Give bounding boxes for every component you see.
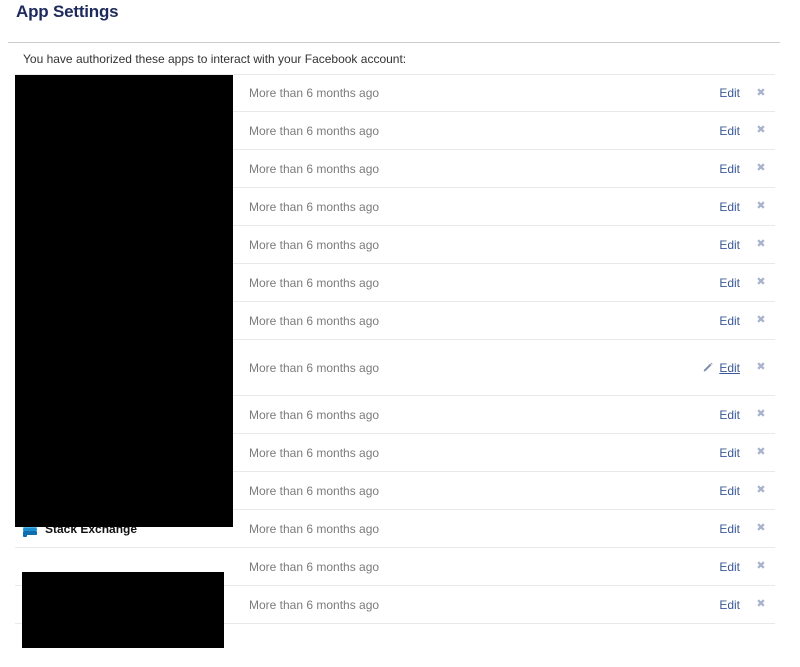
remove-app-icon[interactable]: ✖ bbox=[750, 599, 772, 610]
edit-link[interactable]: Edit bbox=[719, 86, 740, 100]
row-actions: Edit ✖ bbox=[719, 548, 775, 585]
app-last-used: More than 6 months ago bbox=[249, 237, 380, 252]
row-actions: Edit ✖ bbox=[719, 302, 775, 339]
row-actions: Edit ✖ bbox=[719, 188, 775, 225]
app-last-used: More than 6 months ago bbox=[249, 123, 380, 138]
row-actions: Edit ✖ bbox=[719, 434, 775, 471]
app-last-used: More than 6 months ago bbox=[249, 483, 380, 498]
intro-text: You have authorized these apps to intera… bbox=[23, 52, 407, 66]
app-last-used: More than 6 months ago bbox=[249, 199, 380, 214]
row-actions: Edit ✖ bbox=[701, 340, 775, 395]
edit-link[interactable]: Edit bbox=[719, 314, 740, 328]
edit-link[interactable]: Edit bbox=[719, 446, 740, 460]
remove-app-icon[interactable]: ✖ bbox=[750, 362, 772, 373]
edit-link[interactable]: Edit bbox=[719, 200, 740, 214]
remove-app-icon[interactable]: ✖ bbox=[750, 277, 772, 288]
remove-app-icon[interactable]: ✖ bbox=[750, 201, 772, 212]
header-divider bbox=[8, 42, 780, 43]
redaction-block-bottom bbox=[22, 572, 224, 648]
app-last-used: More than 6 months ago bbox=[249, 597, 380, 612]
row-actions: Edit ✖ bbox=[719, 75, 775, 111]
edit-link[interactable]: Edit bbox=[719, 560, 740, 574]
edit-link[interactable]: Edit bbox=[719, 238, 740, 252]
edit-link[interactable]: Edit bbox=[719, 522, 740, 536]
edit-link[interactable]: Edit bbox=[719, 408, 740, 422]
app-last-used: More than 6 months ago bbox=[249, 275, 380, 290]
pencil-icon[interactable] bbox=[701, 361, 714, 374]
remove-app-icon[interactable]: ✖ bbox=[750, 163, 772, 174]
app-last-used: More than 6 months ago bbox=[249, 521, 380, 536]
row-actions: Edit ✖ bbox=[719, 226, 775, 263]
row-actions: Edit ✖ bbox=[719, 510, 775, 547]
redaction-block-top bbox=[15, 75, 233, 527]
app-last-used: More than 6 months ago bbox=[249, 407, 380, 422]
remove-app-icon[interactable]: ✖ bbox=[750, 315, 772, 326]
remove-app-icon[interactable]: ✖ bbox=[750, 239, 772, 250]
row-actions: Edit ✖ bbox=[719, 150, 775, 187]
app-last-used: More than 6 months ago bbox=[249, 313, 380, 328]
app-last-used: More than 6 months ago bbox=[249, 360, 380, 375]
row-actions: Edit ✖ bbox=[719, 112, 775, 149]
remove-app-icon[interactable]: ✖ bbox=[750, 523, 772, 534]
remove-app-icon[interactable]: ✖ bbox=[750, 447, 772, 458]
edit-link[interactable]: Edit bbox=[719, 124, 740, 138]
remove-app-icon[interactable]: ✖ bbox=[750, 409, 772, 420]
edit-link[interactable]: Edit bbox=[719, 598, 740, 612]
row-actions: Edit ✖ bbox=[719, 264, 775, 301]
row-actions: Edit ✖ bbox=[719, 396, 775, 433]
edit-link[interactable]: Edit bbox=[719, 361, 740, 375]
remove-app-icon[interactable]: ✖ bbox=[750, 561, 772, 572]
app-last-used: More than 6 months ago bbox=[249, 445, 380, 460]
edit-link[interactable]: Edit bbox=[719, 276, 740, 290]
app-last-used: More than 6 months ago bbox=[249, 86, 380, 100]
row-actions: Edit ✖ bbox=[719, 472, 775, 509]
app-last-used: More than 6 months ago bbox=[249, 559, 380, 574]
edit-link[interactable]: Edit bbox=[719, 162, 740, 176]
page-title: App Settings bbox=[16, 2, 119, 21]
remove-app-icon[interactable]: ✖ bbox=[750, 125, 772, 136]
edit-link[interactable]: Edit bbox=[719, 484, 740, 498]
app-last-used: More than 6 months ago bbox=[249, 161, 380, 176]
remove-app-icon[interactable]: ✖ bbox=[750, 87, 772, 99]
remove-app-icon[interactable]: ✖ bbox=[750, 485, 772, 496]
row-actions: Edit ✖ bbox=[719, 586, 775, 623]
